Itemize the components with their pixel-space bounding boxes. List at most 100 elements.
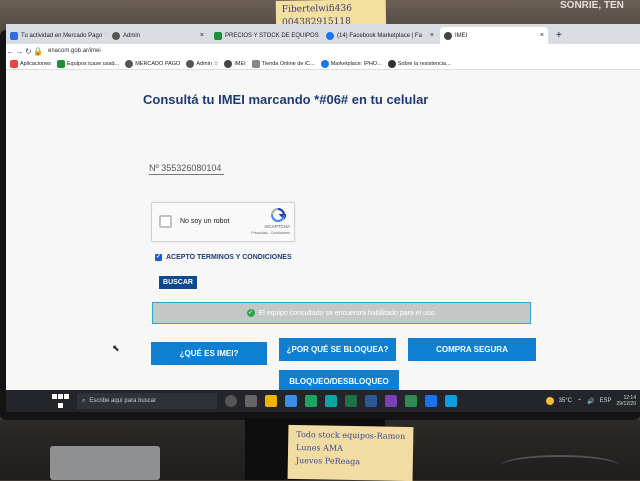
recaptcha-widget: No soy un robot reCAPTCHA Privacidad - C… <box>151 202 295 242</box>
tab-mercadopago[interactable]: Tu actividad en Mercado Pago × <box>6 27 106 44</box>
alert-text: El equipo consultado se encuentra habili… <box>258 309 437 317</box>
bookmark-label: IMEI <box>234 60 246 67</box>
checkbox-checked-icon[interactable]: ✓ <box>155 254 162 261</box>
bookmark-label: Admin ☆ <box>196 60 219 67</box>
sticky-note-bottom: Todo stock equipos-Ramon Lunes AMA Jueve… <box>287 424 414 481</box>
compra-segura-button[interactable]: COMPRA SEGURA <box>408 338 536 361</box>
taskbar-search-placeholder: Escribe aquí para buscar <box>89 398 157 404</box>
bookmark-label: Tienda Online de iC... <box>261 60 315 67</box>
terms-label: ACEPTO TERMINOS Y CONDICIONES <box>166 254 292 261</box>
bookmark-admin[interactable]: Admin ☆ <box>186 59 219 68</box>
clock-date: 29/12/20 <box>616 401 636 407</box>
forward-icon[interactable]: → <box>15 47 24 56</box>
tab-facebook-marketplace[interactable]: (14) Facebook Marketplace | Fa × <box>322 27 438 44</box>
recaptcha-links[interactable]: Privacidad - Condiciones <box>251 231 290 235</box>
windows-taskbar: ⌕ Escribe aquí para buscar 35°C ⌃ 🔊 ESP … <box>6 390 640 412</box>
bookmark-resistencia[interactable]: Sobre la resistencia... <box>387 59 451 68</box>
chrome-icon[interactable] <box>305 395 317 407</box>
recaptcha-brand: reCAPTCHA <box>264 224 290 229</box>
device-on-desk <box>50 446 160 480</box>
volume-icon[interactable]: 🔊 <box>587 398 594 405</box>
close-icon[interactable]: × <box>200 32 204 39</box>
tab-label: PRECIOS Y STOCK DE EQUIPOS <box>225 32 319 39</box>
bookmark-label: Sobre la resistencia... <box>397 60 451 67</box>
browser-icon <box>186 59 195 68</box>
browser-tab-bar: Tu actividad en Mercado Pago × Admin × P… <box>6 24 640 44</box>
weather-icon <box>545 397 554 405</box>
weather-temp: 35°C <box>558 398 572 404</box>
word-icon[interactable] <box>365 395 377 407</box>
result-alert: ✓ El equipo consultado se encuentra habi… <box>152 302 531 324</box>
bookmark-label: MERCADO PAGO <box>135 60 181 67</box>
sticky-bottom-line3: Jueves PeReaga <box>295 456 361 467</box>
file-explorer-icon[interactable] <box>265 395 277 407</box>
mercadopago-icon <box>10 31 18 40</box>
bookmark-tienda[interactable]: Tienda Online de iC... <box>251 59 315 68</box>
sheets-icon <box>56 59 65 68</box>
imei-input[interactable]: Nº 355326080104 <box>149 163 224 175</box>
cable <box>500 455 620 477</box>
system-tray: 35°C ⌃ 🔊 ESP 12:14 29/12/20 <box>545 395 640 407</box>
apple-icon <box>387 59 396 68</box>
bookmark-label: Aplicaciones <box>20 60 51 67</box>
clock[interactable]: 12:14 29/12/20 <box>617 395 636 407</box>
facebook-icon <box>320 59 329 68</box>
terms-checkbox-row[interactable]: ✓ ACEPTO TERMINOS Y CONDICIONES <box>155 254 292 261</box>
url-input[interactable]: enacom.gob.ar/imei <box>48 48 101 54</box>
tab-label: Admin <box>123 32 141 39</box>
tab-imei[interactable]: IMEI × <box>440 27 548 44</box>
bookmark-marketplace[interactable]: Marketplace: IPHO... <box>320 59 382 68</box>
imei-icon <box>444 31 452 40</box>
bookmark-equipos[interactable]: Equipos icase usad... <box>56 59 120 68</box>
search-button[interactable]: BUSCAR <box>159 276 197 289</box>
new-tab-button[interactable]: + <box>552 27 566 44</box>
monitor-screen: Tu actividad en Mercado Pago × Admin × P… <box>6 24 640 412</box>
lock-icon: 🔒 <box>33 46 43 56</box>
address-bar: ← → ↻ 🔒 enacom.gob.ar/imei <box>6 44 640 58</box>
excel-icon[interactable] <box>345 395 357 407</box>
back-icon[interactable]: ← <box>6 47 15 56</box>
search-icon: ⌕ <box>82 397 86 404</box>
browser-icon <box>125 59 134 68</box>
app-icon[interactable] <box>445 395 457 407</box>
close-icon[interactable]: × <box>105 32 106 39</box>
recaptcha-icon <box>271 208 286 222</box>
task-view-icon[interactable] <box>245 395 257 407</box>
tab-precios-stock[interactable]: PRECIOS Y STOCK DE EQUIPOS × <box>210 27 320 44</box>
network-icon[interactable]: ⌃ <box>577 398 582 405</box>
tab-label: IMEI <box>455 32 468 39</box>
sheets-icon <box>214 31 222 40</box>
por-que-se-bloquea-button[interactable]: ¿POR QUÉ SE BLOQUEA? <box>279 338 396 361</box>
bookmark-mercadopago[interactable]: MERCADO PAGO <box>125 59 181 68</box>
windows-start-icon[interactable] <box>51 392 69 410</box>
page-title: Consultá tu IMEI marcando *#06# en tu ce… <box>143 92 429 107</box>
que-es-imei-button[interactable]: ¿QUÉ ES IMEI? <box>151 342 267 365</box>
app-icon[interactable] <box>405 395 417 407</box>
apps-icon <box>10 59 18 68</box>
imei-page: Consultá tu IMEI marcando *#06# en tu ce… <box>6 70 640 393</box>
imei-icon <box>224 59 233 68</box>
tab-label: (14) Facebook Marketplace | Fa <box>337 32 422 39</box>
link-icon <box>251 59 260 68</box>
bookmark-aplicaciones[interactable]: Aplicaciones <box>10 59 51 68</box>
app-icon[interactable] <box>425 395 437 407</box>
reload-icon[interactable]: ↻ <box>24 47 33 56</box>
taskbar-search[interactable]: ⌕ Escribe aquí para buscar <box>77 393 217 409</box>
store-sign: SONRIE, TEN <box>560 0 624 11</box>
bookmark-imei[interactable]: IMEI <box>224 59 246 68</box>
mouse-cursor-icon: ⬉ <box>112 343 120 353</box>
language-indicator[interactable]: ESP <box>600 398 612 404</box>
tab-admin[interactable]: Admin × <box>108 27 208 44</box>
bookmark-label: Marketplace: IPHO... <box>330 60 382 67</box>
check-circle-icon: ✓ <box>246 309 255 317</box>
edge-icon[interactable] <box>285 395 297 407</box>
bookmark-label: Equipos icase usad... <box>66 60 120 67</box>
close-icon[interactable]: × <box>540 32 544 39</box>
recaptcha-checkbox[interactable] <box>159 215 172 228</box>
app-icon[interactable] <box>325 395 337 407</box>
app-icon[interactable] <box>385 395 397 407</box>
bookmarks-bar: Aplicaciones Equipos icase usad... MERCA… <box>6 58 640 70</box>
close-icon[interactable]: × <box>430 32 434 39</box>
facebook-icon <box>326 31 334 40</box>
cortana-icon[interactable] <box>225 395 237 407</box>
